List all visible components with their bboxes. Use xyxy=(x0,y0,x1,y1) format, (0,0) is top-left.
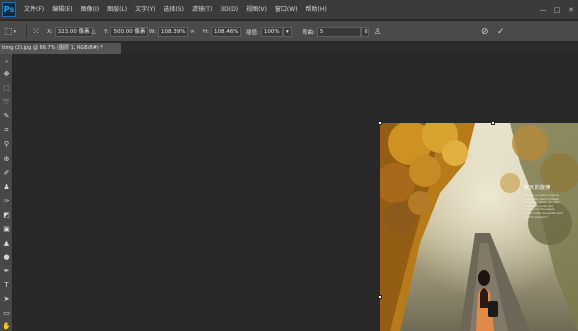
menu-layer[interactable]: 图层(L) xyxy=(103,0,131,20)
window-controls: — □ ✕ xyxy=(536,0,578,20)
x-position-group: X: 323.00 像素 xyxy=(47,21,93,42)
autumn-photo xyxy=(380,123,578,331)
menu-select[interactable]: 选择(S) xyxy=(159,0,188,20)
height-group: H: 108.46% xyxy=(203,21,241,42)
pen-tool-icon[interactable]: ✒ xyxy=(0,265,13,277)
lasso-tool-icon[interactable]: ➰ xyxy=(0,96,13,108)
cancel-icon: ⊘ xyxy=(481,26,489,37)
bend-group: 弯曲: 5 ⇕ xyxy=(302,21,369,42)
width-input[interactable]: 108.39% xyxy=(157,26,188,37)
bend-stepper[interactable]: ⇕ xyxy=(360,26,369,37)
reference-point-icon[interactable]: ⁙ xyxy=(32,21,40,42)
transform-handle-top-left[interactable] xyxy=(378,121,382,125)
photo-caption: 秋天的旋律 Autumn is a second spring when eve… xyxy=(524,184,563,219)
crop-tool-icon[interactable]: ⌗ xyxy=(0,124,13,136)
document-tab[interactable]: timg (2).jpg @ 66.7% (图层 1, RGB/8#) * xyxy=(0,43,122,54)
type-tool-icon[interactable]: T xyxy=(0,279,13,291)
hand-tool-icon[interactable]: ✋ xyxy=(0,320,13,331)
eraser-tool-icon[interactable]: ◩ xyxy=(0,209,13,221)
separator xyxy=(26,25,27,38)
marquee-tool-icon[interactable]: ⬚ xyxy=(0,82,13,94)
height-input[interactable]: 108.46% xyxy=(211,26,241,37)
minimize-button[interactable]: — xyxy=(536,0,550,20)
chevron-down-icon: ▾ xyxy=(13,28,17,35)
eyedropper-tool-icon[interactable]: ⚲ xyxy=(0,138,13,150)
commit-transform-button[interactable]: ✓ xyxy=(497,21,505,42)
menu-file[interactable]: 文件(F) xyxy=(20,0,48,20)
menu-image[interactable]: 图像(I) xyxy=(77,0,103,20)
menu-3d[interactable]: 3D(D) xyxy=(216,0,242,20)
photoshop-logo: Ps xyxy=(2,2,16,17)
history-brush-tool-icon[interactable]: ✑ xyxy=(0,195,13,207)
menu-edit[interactable]: 编辑(E) xyxy=(48,0,76,20)
interpolation-label: 插值: xyxy=(246,29,259,36)
transform-handle-middle-left[interactable] xyxy=(378,295,382,299)
close-button[interactable]: ✕ xyxy=(564,0,578,20)
menu-view[interactable]: 视图(V) xyxy=(242,0,271,20)
x-label: X: xyxy=(47,28,53,35)
warp-mode-icon[interactable]: ♙ xyxy=(374,21,381,42)
interpolation-dropdown[interactable]: ▾ xyxy=(282,26,292,37)
menu-bar: Ps 文件(F) 编辑(E) 图像(I) 图层(L) 文字(Y) 选择(S) 滤… xyxy=(0,0,578,20)
x-position-input[interactable]: 323.00 像素 xyxy=(54,26,93,37)
menu-filter[interactable]: 滤镜(T) xyxy=(188,0,216,20)
move-tool-icon[interactable]: ✥ xyxy=(0,68,13,80)
delta-icon[interactable]: △ xyxy=(91,21,96,42)
interpolation-select[interactable]: 100% xyxy=(260,26,283,37)
document-tab-bar: timg (2).jpg @ 66.7% (图层 1, RGB/8#) * xyxy=(0,43,578,54)
transform-handle-top-center[interactable] xyxy=(491,121,495,125)
menu-help[interactable]: 帮助(H) xyxy=(302,0,331,20)
tools-panel: » ✥ ⬚ ➰ ✎ ⌗ ⚲ ⊕ ✐ ♟ ✑ ◩ ▣ ▲ ● ✒ T ➤ ▭ ✋ xyxy=(0,54,13,331)
commit-icon: ✓ xyxy=(497,26,505,37)
cancel-transform-button[interactable]: ⊘ xyxy=(481,21,489,42)
menu-window[interactable]: 窗口(W) xyxy=(271,0,302,20)
y-label: Y: xyxy=(104,28,109,35)
caption-line: rhythm of autumn xyxy=(524,215,548,219)
dodge-tool-icon[interactable]: ● xyxy=(0,251,13,263)
h-label: H: xyxy=(203,28,209,35)
caption-title: 秋天的旋律 xyxy=(524,185,551,191)
gradient-tool-icon[interactable]: ▣ xyxy=(0,223,13,235)
stamp-tool-icon[interactable]: ♟ xyxy=(0,181,13,193)
w-label: W: xyxy=(149,28,156,35)
document-canvas-image[interactable]: 秋天的旋律 Autumn is a second spring when eve… xyxy=(380,123,578,331)
bend-label: 弯曲: xyxy=(302,29,315,36)
link-icon[interactable]: ∞ xyxy=(190,21,195,42)
quick-select-tool-icon[interactable]: ✎ xyxy=(0,110,13,122)
blur-tool-icon[interactable]: ▲ xyxy=(0,237,13,249)
healing-tool-icon[interactable]: ⊕ xyxy=(0,153,13,165)
bend-input[interactable]: 5 xyxy=(316,26,361,37)
maximize-button[interactable]: □ xyxy=(550,0,564,20)
tool-preset-picker[interactable]: ⬚ ▾ xyxy=(4,21,16,42)
menu-items: 文件(F) 编辑(E) 图像(I) 图层(L) 文字(Y) 选择(S) 滤镜(T… xyxy=(20,0,331,20)
path-select-tool-icon[interactable]: ➤ xyxy=(0,293,13,305)
menu-type[interactable]: 文字(Y) xyxy=(131,0,159,20)
width-group: W: 108.39% xyxy=(149,21,188,42)
y-position-group: Y: 500.00 像素 xyxy=(104,21,149,42)
options-bar: ⬚ ▾ ⁙ X: 323.00 像素 △ Y: 500.00 像素 W: 108… xyxy=(0,21,578,42)
transform-tool-icon: ⬚ xyxy=(4,26,13,37)
panel-collapse-icon[interactable]: » xyxy=(0,56,13,68)
brush-tool-icon[interactable]: ✐ xyxy=(0,167,13,179)
y-position-input[interactable]: 500.00 像素 xyxy=(110,26,149,37)
interpolation-group: 插值: 100% ▾ xyxy=(246,21,292,42)
rectangle-tool-icon[interactable]: ▭ xyxy=(0,307,13,319)
